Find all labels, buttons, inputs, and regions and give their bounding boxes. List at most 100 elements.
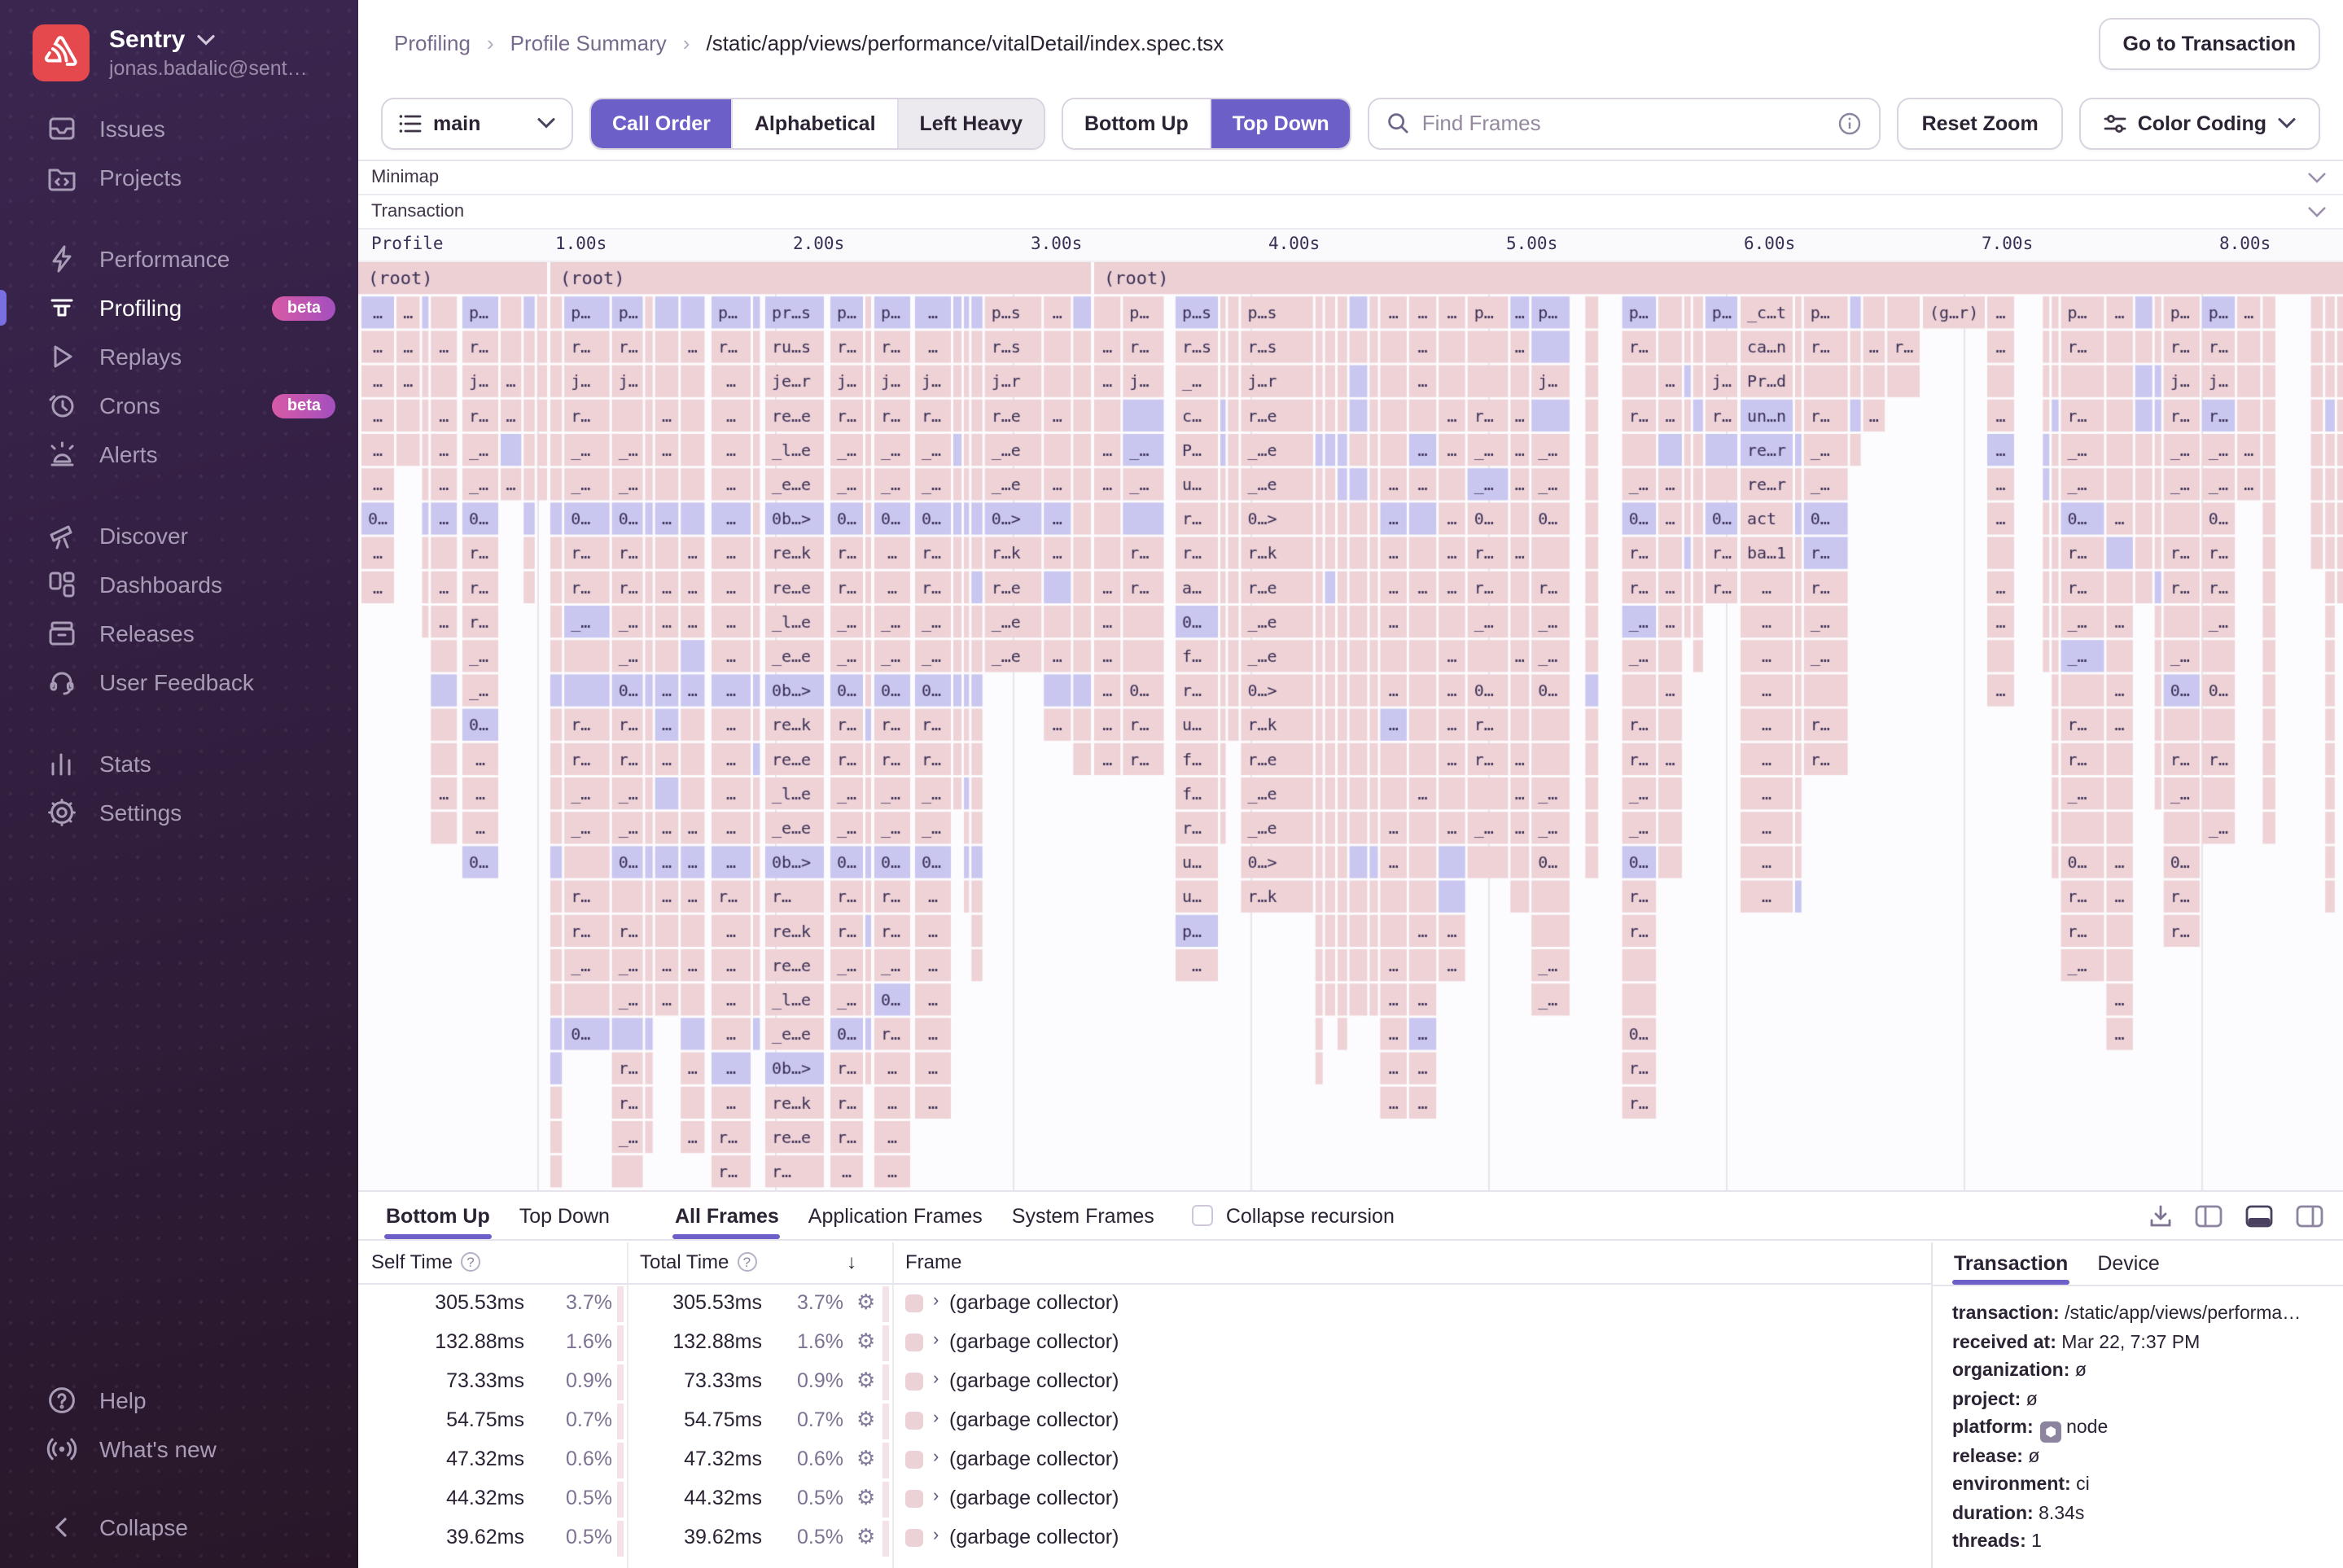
sidebar-item-profiling[interactable]: Profilingbeta: [0, 283, 358, 332]
dock-right-icon[interactable]: [2296, 1204, 2323, 1227]
thread-selector[interactable]: main: [381, 97, 573, 149]
search-input[interactable]: [1422, 111, 1826, 135]
color-coding-button[interactable]: Color Coding: [2079, 97, 2320, 149]
expand-chevron-icon[interactable]: ›: [933, 1408, 939, 1428]
settings-icon: [46, 796, 78, 829]
frame-name[interactable]: (garbage collector): [949, 1369, 1119, 1392]
expand-chevron-icon[interactable]: ›: [933, 1330, 939, 1350]
details-tab-device[interactable]: Device: [2082, 1242, 2174, 1285]
frame-name[interactable]: (garbage collector): [949, 1291, 1119, 1314]
expand-chevron-icon[interactable]: ›: [933, 1369, 939, 1389]
details-tab-transaction[interactable]: Transaction: [1939, 1242, 2082, 1285]
frame-settings-gear-icon[interactable]: ⚙: [856, 1407, 875, 1433]
table-row[interactable]: 305.53ms3.7%305.53ms3.7%⚙›(garbage colle…: [358, 1285, 1931, 1324]
total-weight-bar: [882, 1443, 889, 1478]
total-time-value: 39.62ms: [599, 1526, 762, 1548]
tab-system-frames[interactable]: System Frames: [997, 1192, 1169, 1239]
frame-name[interactable]: (garbage collector): [949, 1448, 1119, 1470]
sidebar-item-replays[interactable]: Replays: [0, 332, 358, 381]
export-download-icon[interactable]: [2149, 1204, 2172, 1227]
frame-settings-gear-icon[interactable]: ⚙: [856, 1524, 875, 1550]
frames-tabbar: Bottom UpTop Down All FramesApplication F…: [358, 1190, 2343, 1241]
sidebar-item-whats-new[interactable]: What's new: [0, 1425, 358, 1474]
expand-chevron-icon[interactable]: ›: [933, 1448, 939, 1467]
detail-value: node: [2066, 1418, 2108, 1438]
expand-chevron-icon[interactable]: ›: [933, 1291, 939, 1311]
transaction-section[interactable]: Transaction: [358, 195, 2343, 230]
info-icon[interactable]: [1839, 112, 1862, 134]
total-time-value: 305.53ms: [599, 1291, 762, 1314]
detail-value: ø: [2028, 1447, 2039, 1466]
org-switcher[interactable]: Sentry jonas.badalic@sent…: [0, 0, 358, 104]
self-time-value: 54.75ms: [361, 1408, 524, 1431]
discover-icon: [46, 519, 78, 552]
self-time-header[interactable]: Self Time: [371, 1250, 453, 1273]
frame-settings-gear-icon[interactable]: ⚙: [856, 1290, 875, 1316]
sidebar-item-help[interactable]: Help: [0, 1376, 358, 1425]
help-icon[interactable]: ?: [461, 1252, 480, 1272]
frame-name[interactable]: (garbage collector): [949, 1526, 1119, 1548]
tab-application-frames[interactable]: Application Frames: [794, 1192, 997, 1239]
sidebar-item-alerts[interactable]: Alerts: [0, 430, 358, 479]
frame-settings-gear-icon[interactable]: ⚙: [856, 1446, 875, 1472]
reset-zoom-button[interactable]: Reset Zoom: [1898, 97, 2063, 149]
time-tick: 3.00s: [1031, 234, 1082, 254]
frame-settings-gear-icon[interactable]: ⚙: [856, 1485, 875, 1511]
org-name: Sentry: [109, 26, 185, 54]
frame-name[interactable]: (garbage collector): [949, 1408, 1119, 1431]
sidebar-item-collapse[interactable]: Collapse: [0, 1503, 358, 1552]
flamegraph[interactable]: [358, 262, 2343, 1190]
sidebar-item-releases[interactable]: Releases: [0, 609, 358, 658]
frame-settings-gear-icon[interactable]: ⚙: [856, 1368, 875, 1394]
sort-option-call-order[interactable]: Call Order: [591, 99, 734, 147]
sort-option-alphabetical[interactable]: Alphabetical: [734, 99, 899, 147]
tab-all-frames[interactable]: All Frames: [660, 1192, 794, 1239]
frame-name[interactable]: (garbage collector): [949, 1487, 1119, 1509]
dock-bottom-icon[interactable]: [2245, 1204, 2273, 1227]
chevron-down-icon[interactable]: [2307, 205, 2327, 218]
sidebar-item-label: Performance: [99, 246, 230, 272]
sidebar-item-stats[interactable]: Stats: [0, 739, 358, 788]
view-option-top-down[interactable]: Top Down: [1211, 99, 1351, 147]
table-row[interactable]: 44.32ms0.5%44.32ms0.5%⚙›(garbage collect…: [358, 1480, 1931, 1519]
sidebar-item-discover[interactable]: Discover: [0, 511, 358, 560]
sort-direction-icon[interactable]: ↓: [847, 1250, 856, 1273]
sidebar-item-projects[interactable]: Projects: [0, 153, 358, 202]
sidebar-item-performance[interactable]: Performance: [0, 234, 358, 283]
view-option-bottom-up[interactable]: Bottom Up: [1063, 99, 1211, 147]
frame-name[interactable]: (garbage collector): [949, 1330, 1119, 1353]
sidebar-item-issues[interactable]: Issues: [0, 104, 358, 153]
chevron-down-icon[interactable]: [2307, 171, 2327, 184]
expand-chevron-icon[interactable]: ›: [933, 1526, 939, 1545]
dock-left-icon[interactable]: [2195, 1204, 2223, 1227]
expand-chevron-icon[interactable]: ›: [933, 1487, 939, 1506]
sidebar-item-user-feedback[interactable]: User Feedback: [0, 658, 358, 707]
find-frames-search[interactable]: [1369, 97, 1881, 149]
breadcrumb-profile-summary[interactable]: Profile Summary: [510, 31, 667, 55]
table-row[interactable]: 54.75ms0.7%54.75ms0.7%⚙›(garbage collect…: [358, 1402, 1931, 1441]
minimap-section[interactable]: Minimap: [358, 161, 2343, 195]
frames-tabs: Bottom UpTop Down All FramesApplication F…: [371, 1192, 1169, 1239]
table-row[interactable]: 39.62ms0.5%39.62ms0.5%⚙›(garbage collect…: [358, 1519, 1931, 1558]
tab-top-down[interactable]: Top Down: [505, 1192, 624, 1239]
tab-bottom-up[interactable]: Bottom Up: [371, 1192, 505, 1239]
total-time-header[interactable]: Total Time: [640, 1250, 729, 1273]
sort-option-left-heavy[interactable]: Left Heavy: [899, 99, 1044, 147]
frame-header[interactable]: Frame: [905, 1250, 961, 1273]
frame-settings-gear-icon[interactable]: ⚙: [856, 1329, 875, 1355]
breadcrumb-profiling[interactable]: Profiling: [394, 31, 471, 55]
collapse-recursion-checkbox[interactable]: [1192, 1205, 1213, 1226]
table-row[interactable]: 47.32ms0.6%47.32ms0.6%⚙›(garbage collect…: [358, 1441, 1931, 1480]
table-row[interactable]: 132.88ms1.6%132.88ms1.6%⚙›(garbage colle…: [358, 1324, 1931, 1363]
table-row[interactable]: 73.33ms0.9%73.33ms0.9%⚙›(garbage collect…: [358, 1363, 1931, 1402]
node-icon: ⬢: [2040, 1422, 2061, 1443]
sidebar-item-settings[interactable]: Settings: [0, 788, 358, 837]
go-to-transaction-button[interactable]: Go to Transaction: [2098, 17, 2320, 69]
alerts-icon: [46, 438, 78, 471]
help-icon[interactable]: ?: [737, 1252, 756, 1272]
sidebar-item-crons[interactable]: Cronsbeta: [0, 381, 358, 430]
sidebar-item-dashboards[interactable]: Dashboards: [0, 560, 358, 609]
flamegraph-canvas[interactable]: [358, 262, 2343, 1190]
collapse-recursion-toggle[interactable]: Collapse recursion: [1192, 1192, 1395, 1239]
dashboards-icon: [46, 568, 78, 601]
